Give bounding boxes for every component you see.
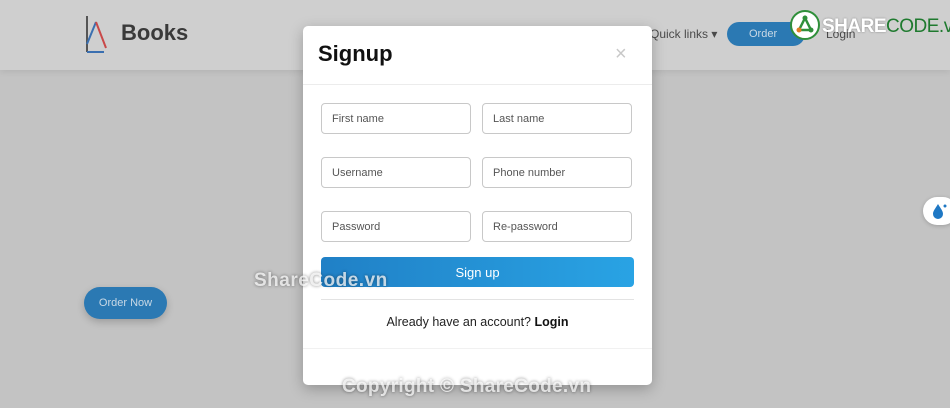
modal-header: Signup × [303,26,652,85]
order-now-button[interactable]: Order Now [84,287,167,319]
quick-links-label: Quick links [650,27,709,41]
login-prompt-text: Already have an account? [386,315,532,329]
brand-watermark-main: SHARE [822,16,887,37]
copyright-watermark: Copyright © ShareCode.vn [342,376,592,397]
quick-links-menu[interactable]: Quick links ▾ [650,27,717,41]
login-link[interactable]: Login [535,315,569,329]
repassword-input[interactable] [482,211,632,242]
close-icon[interactable]: × [615,43,627,66]
username-input[interactable] [321,157,471,188]
modal-footer-divider [303,348,652,349]
chevron-down-icon: ▾ [711,27,718,41]
modal-title: Signup [318,41,393,66]
first-name-input[interactable] [321,103,471,134]
last-name-input[interactable] [482,103,632,134]
sharecode-logo-icon [790,10,820,40]
phone-number-input[interactable] [482,157,632,188]
brand-watermark-accent: CODE.vn [886,16,950,37]
side-widget[interactable] [923,197,950,225]
sharecode-brand-watermark: SHARECODE.vn [790,10,950,42]
signup-modal: Signup × Sign up Already have an account… [303,26,652,385]
site-logo-text[interactable]: Books [121,20,188,46]
water-drop-icon [933,204,947,219]
divider [321,299,634,300]
password-input[interactable] [321,211,471,242]
center-watermark: ShareCode.vn [254,270,388,291]
book-logo-icon [86,16,107,53]
login-prompt: Already have an account? Login [303,315,652,329]
